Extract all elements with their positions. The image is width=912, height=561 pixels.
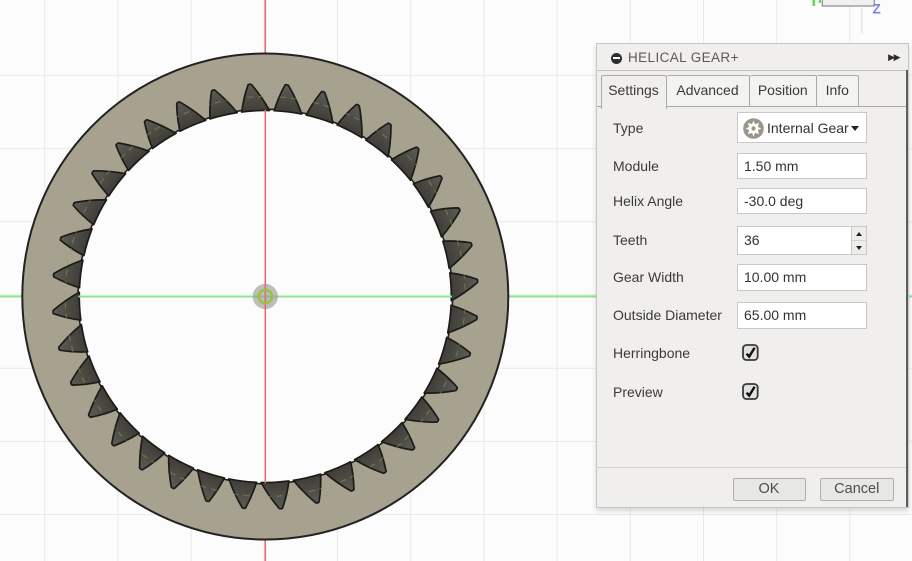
svg-text:Z: Z (873, 2, 881, 17)
